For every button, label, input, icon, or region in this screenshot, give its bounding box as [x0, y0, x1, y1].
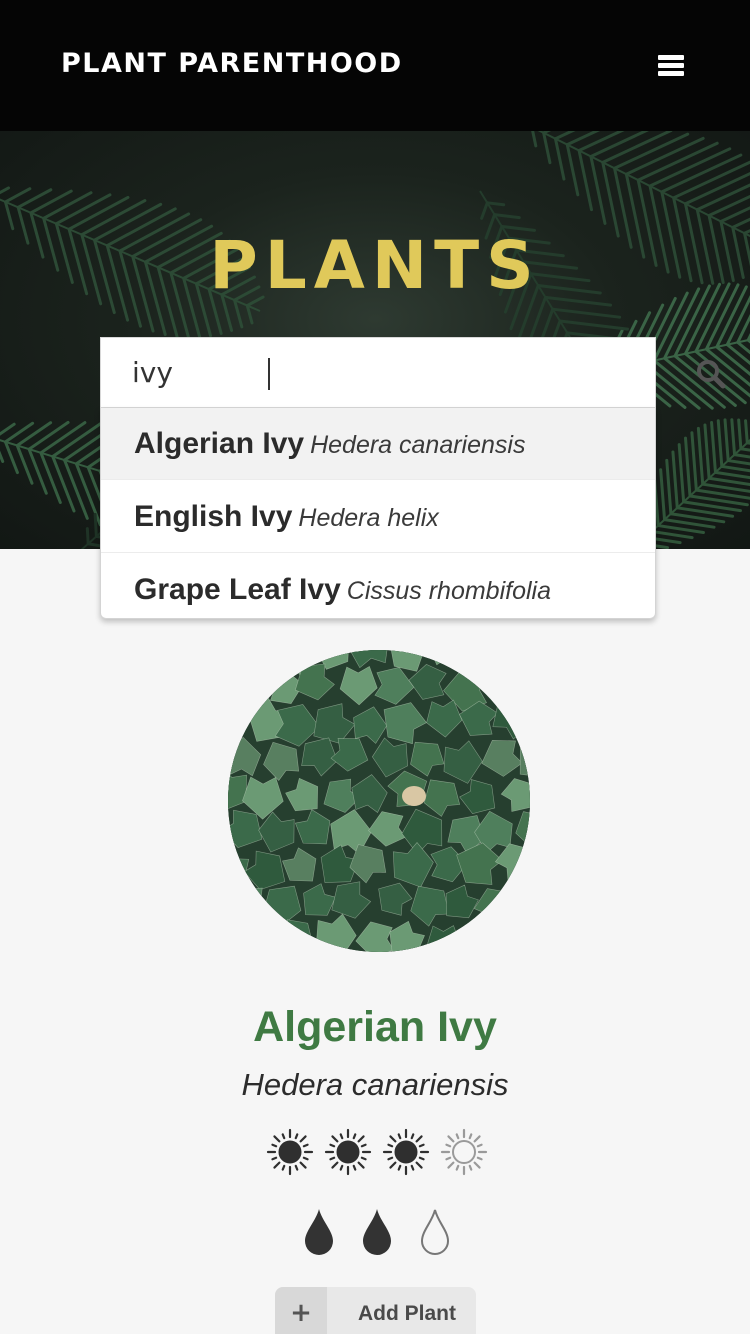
sun-filled-icon — [382, 1128, 430, 1176]
suggestion-common-name: English Ivy — [134, 500, 293, 533]
page-title: PLANTS — [209, 227, 541, 304]
water-drop-filled-icon — [305, 1209, 333, 1255]
plus-icon: + — [275, 1287, 327, 1334]
hamburger-menu-icon[interactable] — [652, 50, 690, 80]
suggestion-scientific-name: Cissus rhombifolia — [346, 577, 552, 605]
add-plant-button[interactable]: + Add Plant — [275, 1287, 476, 1334]
sunlight-rating — [266, 1128, 496, 1176]
sun-filled-icon — [324, 1128, 372, 1176]
top-nav-bar: PLANT PARENTHOOD — [0, 0, 750, 131]
sun-outline-icon — [440, 1128, 488, 1176]
search-input[interactable] — [101, 338, 581, 407]
suggestion-item-english-ivy[interactable]: English Ivy Hedera helix — [101, 481, 655, 553]
suggestion-item-grape-leaf-ivy[interactable]: Grape Leaf Ivy Cissus rhombifolia — [101, 554, 655, 618]
water-drop-filled-icon — [363, 1209, 391, 1255]
plant-common-name: Algerian Ivy — [253, 1003, 497, 1051]
text-caret — [268, 358, 270, 390]
suggestion-common-name: Algerian Ivy — [134, 427, 305, 460]
plant-photo — [228, 650, 530, 952]
search-suggestions-dropdown: Algerian Ivy Hedera canariensis English I… — [100, 408, 656, 619]
search-icon[interactable] — [691, 354, 731, 394]
suggestion-item-algerian-ivy[interactable]: Algerian Ivy Hedera canariensis — [101, 408, 655, 480]
search-bar — [100, 337, 726, 408]
brand-logo-text[interactable]: PLANT PARENTHOOD — [61, 48, 403, 79]
water-drop-outline-icon — [420, 1209, 450, 1255]
suggestion-scientific-name: Hedera canariensis — [310, 431, 526, 459]
add-plant-label: Add Plant — [358, 1302, 456, 1325]
suggestion-scientific-name: Hedera helix — [298, 504, 439, 532]
plant-scientific-name: Hedera canariensis — [241, 1067, 509, 1102]
suggestion-common-name: Grape Leaf Ivy — [134, 573, 341, 606]
water-rating — [300, 1207, 460, 1257]
sun-filled-icon — [266, 1128, 314, 1176]
